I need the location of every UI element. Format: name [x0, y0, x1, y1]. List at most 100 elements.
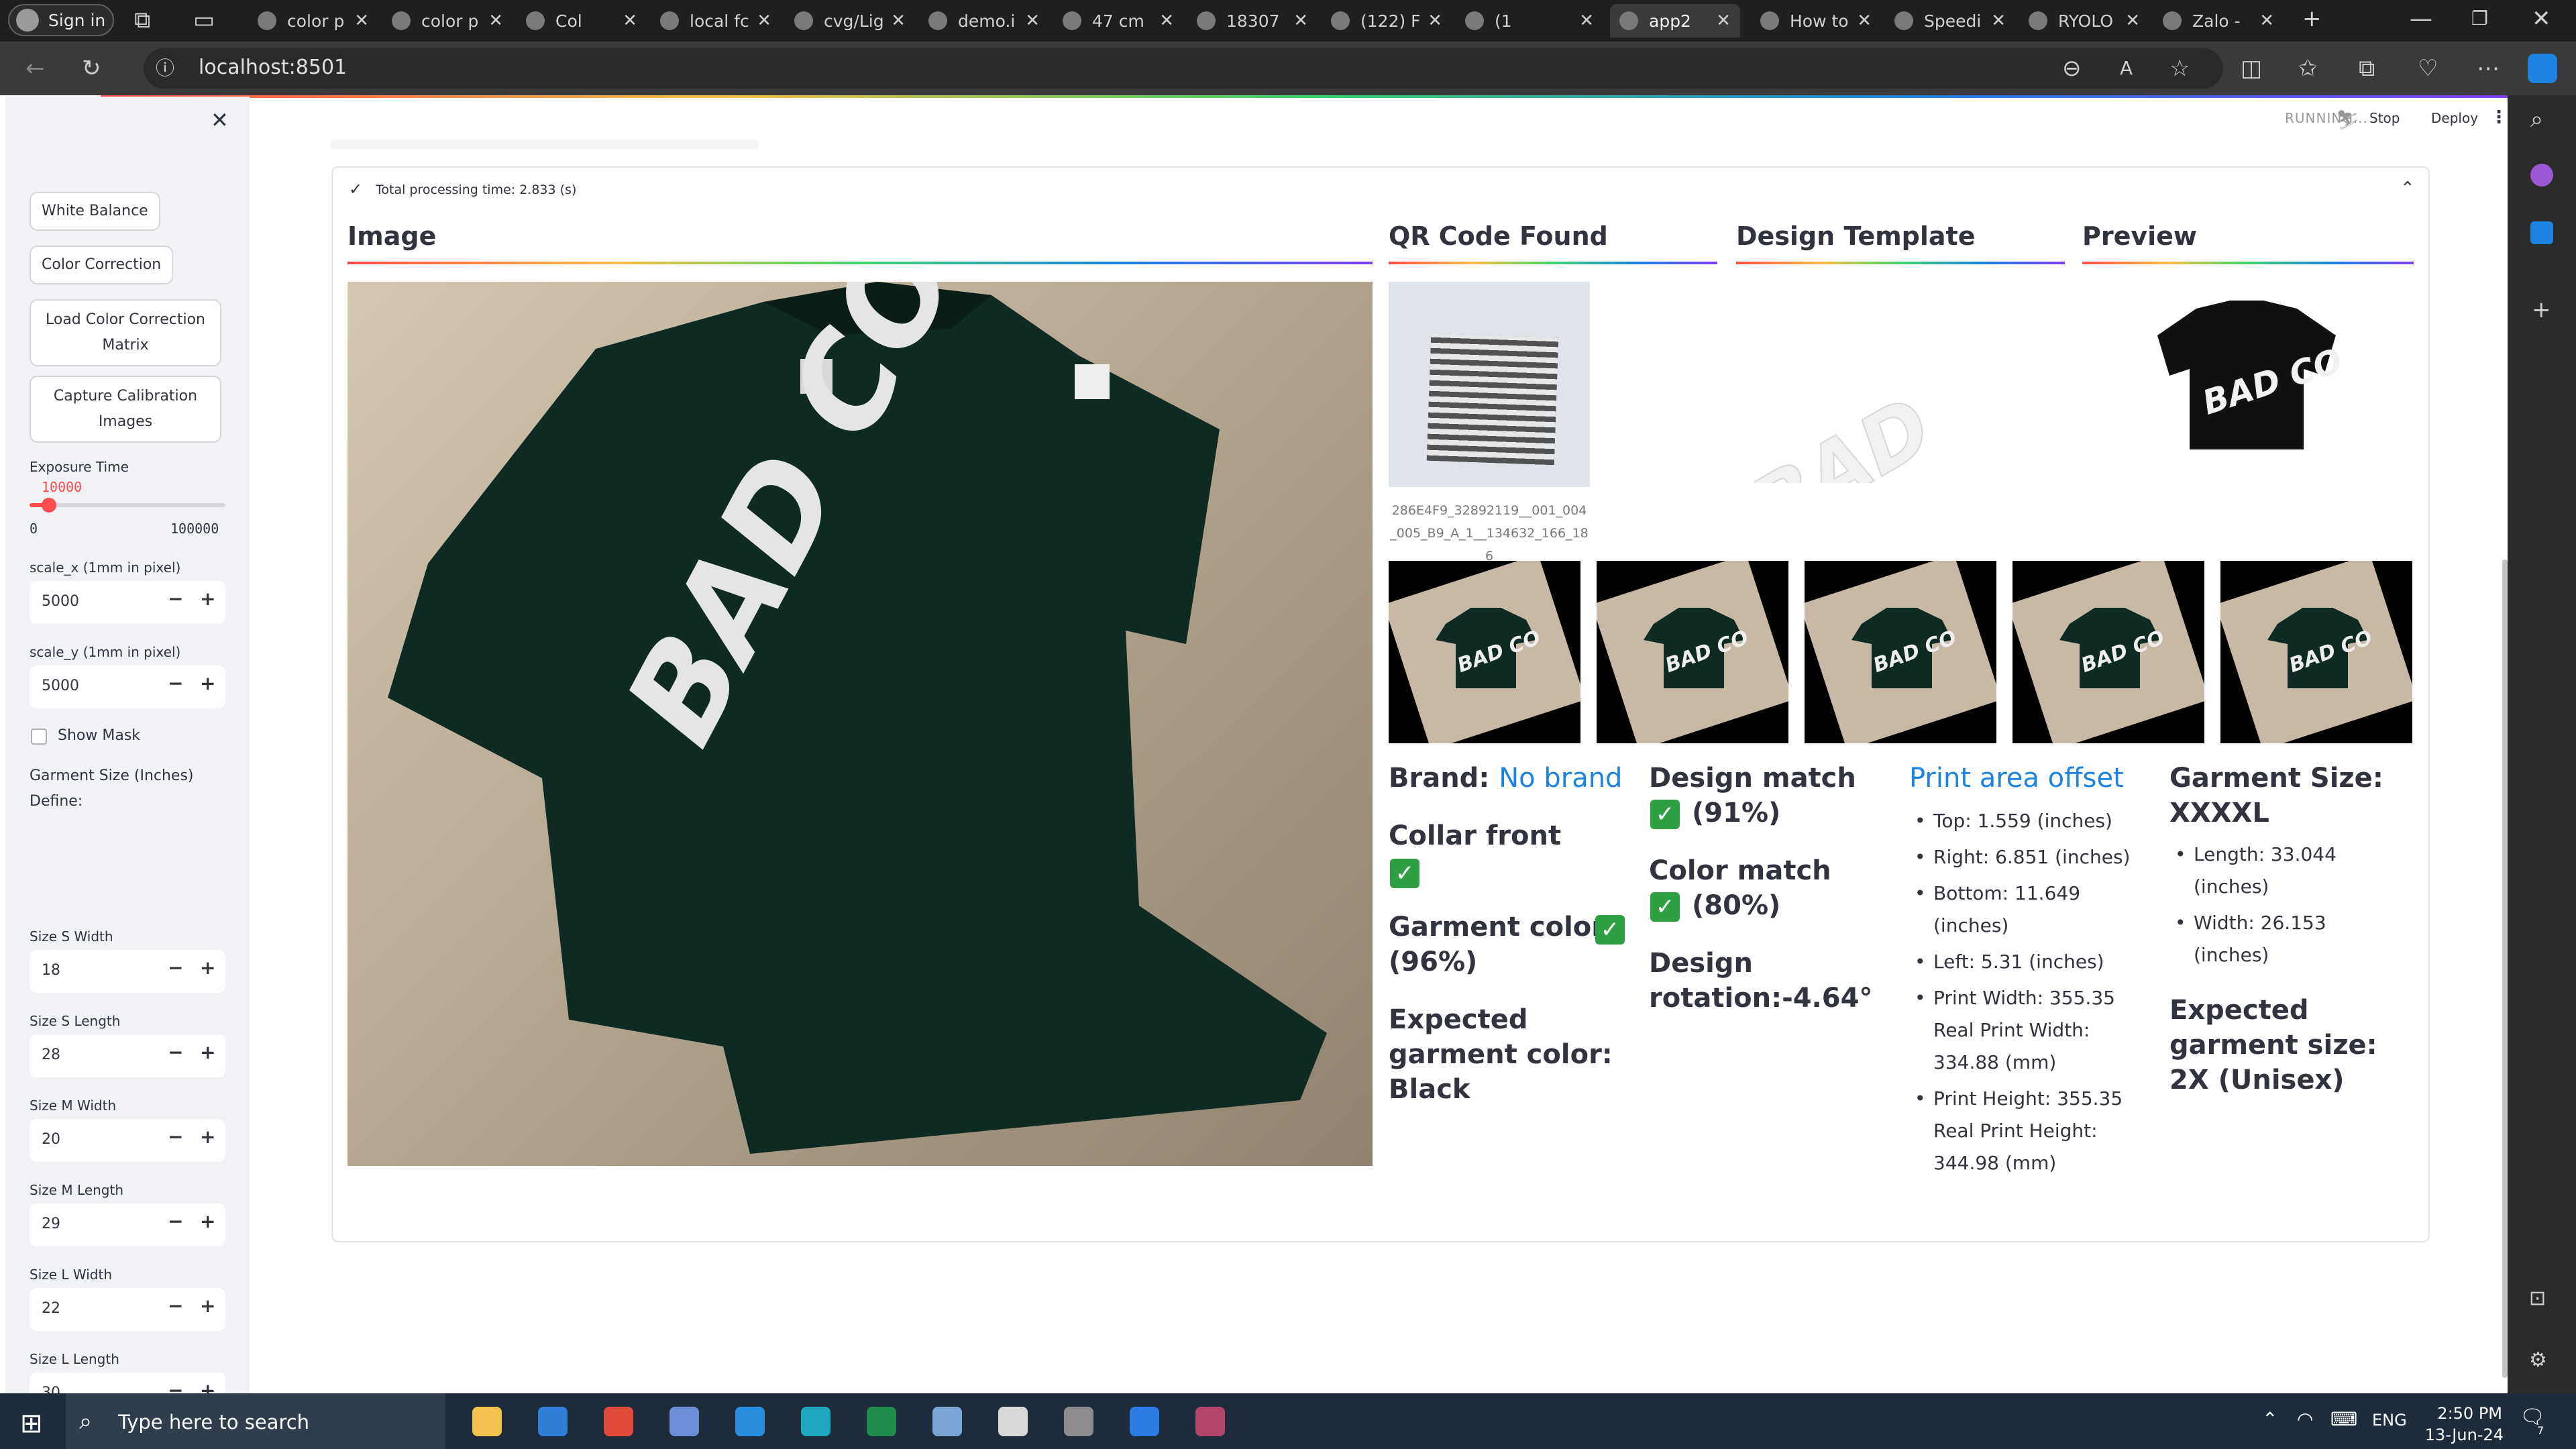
capture-calibration-button[interactable]: Capture Calibration Images: [30, 376, 221, 443]
read-aloud-icon[interactable]: A: [2120, 55, 2133, 82]
increment-button[interactable]: +: [200, 672, 215, 694]
browser-tab[interactable]: Col ✕: [517, 4, 647, 38]
tab-close-icon[interactable]: ✕: [2259, 11, 2274, 31]
size-value[interactable]: 28: [42, 1046, 60, 1063]
decrement-button[interactable]: −: [168, 1126, 183, 1148]
search-icon[interactable]: ⌕: [2530, 106, 2543, 133]
scale-y-input[interactable]: 5000 − +: [30, 665, 225, 708]
profile-button[interactable]: Sign in: [8, 4, 114, 36]
exposure-slider-thumb[interactable]: [42, 498, 57, 513]
tab-close-icon[interactable]: ✕: [757, 11, 771, 31]
favorite-star-icon[interactable]: ☆: [2169, 55, 2190, 82]
new-tab-icon[interactable]: +: [2302, 5, 2322, 32]
browser-tab[interactable]: Speedi ✕: [1885, 4, 2015, 38]
show-mask-checkbox[interactable]: [31, 729, 47, 745]
notepad-icon[interactable]: [932, 1407, 962, 1436]
browser-tab[interactable]: How to ✕: [1751, 4, 1881, 38]
back-icon[interactable]: ←: [25, 55, 45, 82]
app-icon[interactable]: [669, 1407, 699, 1436]
scale-y-value[interactable]: 5000: [42, 678, 79, 694]
tab-close-icon[interactable]: ✕: [2125, 11, 2140, 31]
browser-tab[interactable]: (1 ✕: [1456, 4, 1603, 38]
increment-button[interactable]: +: [200, 1210, 215, 1232]
color-correction-button[interactable]: Color Correction: [30, 246, 174, 284]
browser-essentials-icon[interactable]: ♡: [2418, 55, 2438, 82]
language-indicator[interactable]: ENG: [2372, 1411, 2407, 1430]
size-input[interactable]: 22 − +: [30, 1288, 225, 1331]
tab-close-icon[interactable]: ✕: [1025, 11, 1040, 31]
increment-button[interactable]: +: [200, 1041, 215, 1063]
browser-tab[interactable]: color p ✕: [248, 4, 378, 38]
tab-close-icon[interactable]: ✕: [488, 11, 503, 31]
split-screen-icon[interactable]: ◫: [2241, 55, 2262, 82]
browser-tab[interactable]: (122) F ✕: [1322, 4, 1452, 38]
browser-tab[interactable]: 47 cm ✕: [1053, 4, 1183, 38]
tab-close-icon[interactable]: ✕: [1716, 11, 1731, 31]
exposure-slider-track[interactable]: [30, 498, 225, 513]
more-menu-icon[interactable]: ⋯: [2477, 55, 2500, 82]
browser-tab[interactable]: demo.i ✕: [919, 4, 1049, 38]
copilot-sidebar-icon[interactable]: [2530, 164, 2553, 186]
tab-close-icon[interactable]: ✕: [1428, 11, 1442, 31]
tab-close-icon[interactable]: ✕: [1159, 11, 1174, 31]
close-window-icon[interactable]: ✕: [2532, 5, 2551, 32]
size-value[interactable]: 29: [42, 1216, 60, 1232]
clock-date[interactable]: 13-Jun-24: [2423, 1426, 2504, 1444]
edge-icon[interactable]: [801, 1407, 830, 1436]
scale-x-input[interactable]: 5000 − +: [30, 581, 225, 624]
zoom-icon[interactable]: ⊖: [2062, 55, 2082, 82]
tab-close-icon[interactable]: ✕: [623, 11, 637, 31]
size-input[interactable]: 30 − +: [30, 1373, 225, 1393]
taskbar-search[interactable]: ⌕ Type here to search: [66, 1393, 445, 1449]
browser-tab[interactable]: app2 ✕: [1610, 4, 1740, 38]
size-input[interactable]: 29 − +: [30, 1203, 225, 1246]
increment-button[interactable]: +: [200, 1295, 215, 1317]
tab-close-icon[interactable]: ✕: [1857, 11, 1872, 31]
site-info-icon[interactable]: ⓘ: [156, 55, 174, 82]
calculator-icon[interactable]: [1064, 1407, 1093, 1436]
size-value[interactable]: 20: [42, 1131, 60, 1148]
url-bar[interactable]: [144, 48, 2223, 89]
tab-close-icon[interactable]: ✕: [1579, 11, 1594, 31]
browser-tab[interactable]: 18307 ✕: [1187, 4, 1318, 38]
file-explorer-icon[interactable]: [472, 1407, 502, 1436]
tray-chevron-icon[interactable]: ⌃: [2262, 1408, 2277, 1430]
outlook-icon[interactable]: [2530, 221, 2553, 244]
chrome-icon[interactable]: [604, 1407, 633, 1436]
stop-button[interactable]: Stop: [2369, 110, 2400, 126]
size-input[interactable]: 18 − +: [30, 950, 225, 993]
collections-icon[interactable]: ⧉: [2359, 55, 2375, 82]
tab-close-icon[interactable]: ✕: [354, 11, 369, 31]
decrement-button[interactable]: −: [168, 1210, 183, 1232]
copilot-icon[interactable]: [2528, 54, 2557, 83]
decrement-button[interactable]: −: [168, 1041, 183, 1063]
refresh-icon[interactable]: ↻: [82, 55, 101, 82]
increment-button[interactable]: +: [200, 588, 215, 610]
browser-tab[interactable]: cvg/Lig ✕: [785, 4, 915, 38]
browser-tab[interactable]: Zalo - ✕: [2153, 4, 2284, 38]
processing-time[interactable]: Total processing time: 2.833 (s): [376, 182, 576, 197]
decrement-button[interactable]: −: [168, 672, 183, 694]
clock-time[interactable]: 2:50 PM: [2428, 1404, 2502, 1423]
decrement-button[interactable]: −: [168, 588, 183, 610]
increment-button[interactable]: +: [200, 1126, 215, 1148]
scale-x-value[interactable]: 5000: [42, 593, 79, 610]
screenshot-icon[interactable]: ⊡: [2529, 1285, 2546, 1312]
tab-close-icon[interactable]: ✕: [891, 11, 906, 31]
wifi-icon[interactable]: ◠: [2297, 1408, 2313, 1430]
app-menu-icon[interactable]: ⋮: [2490, 107, 2508, 127]
keyboard-icon[interactable]: ⌨: [2330, 1408, 2357, 1430]
restore-icon[interactable]: ❐: [2471, 5, 2488, 32]
workspaces-icon[interactable]: ⧉: [134, 7, 150, 34]
flag-app-icon[interactable]: [1195, 1407, 1225, 1436]
browser-tab[interactable]: RYOLO ✕: [2019, 4, 2149, 38]
close-sidebar-icon[interactable]: ✕: [211, 107, 229, 133]
size-input[interactable]: 20 − +: [30, 1119, 225, 1162]
paint-icon[interactable]: [998, 1407, 1028, 1436]
load-color-matrix-button[interactable]: Load Color Correction Matrix: [30, 299, 221, 366]
tab-close-icon[interactable]: ✕: [1293, 11, 1308, 31]
white-balance-button[interactable]: White Balance: [30, 192, 160, 231]
increment-button[interactable]: +: [200, 957, 215, 979]
decrement-button[interactable]: −: [168, 957, 183, 979]
add-sidebar-app-icon[interactable]: +: [2532, 297, 2551, 323]
